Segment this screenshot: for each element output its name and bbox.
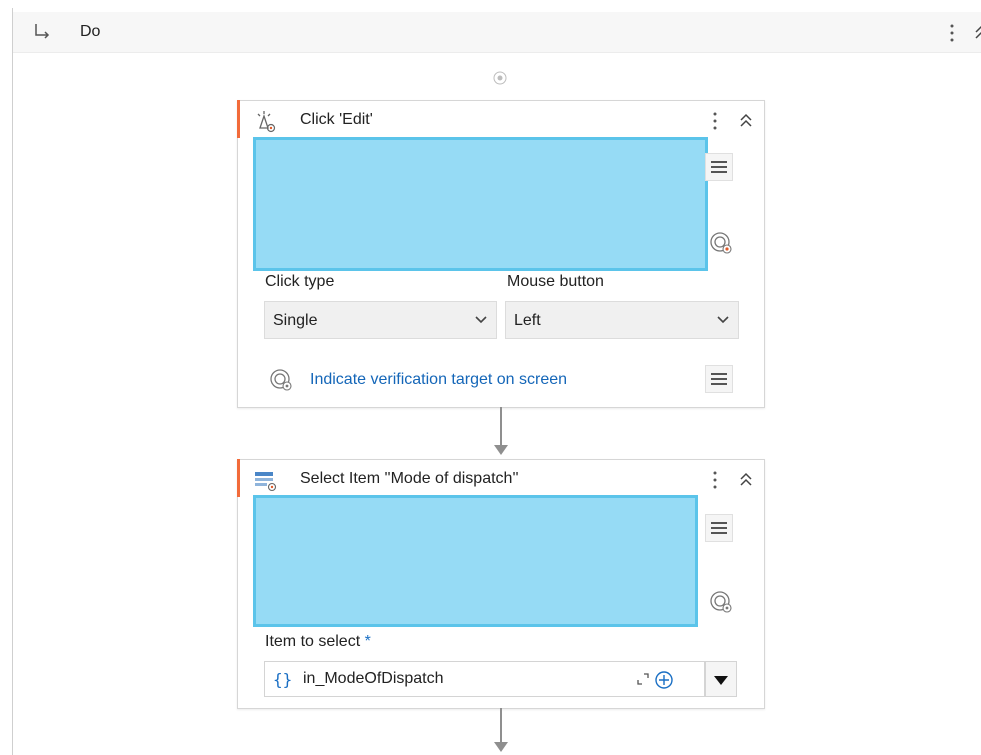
- flow-arrow: [494, 445, 508, 455]
- options-dropdown-button[interactable]: [705, 661, 737, 697]
- activity-title[interactable]: Click 'Edit': [300, 111, 373, 129]
- sequence-header[interactable]: Do: [13, 12, 981, 53]
- mouse-button-label: Mouse button: [507, 273, 604, 290]
- hamburger-menu-icon: [711, 522, 727, 534]
- item-to-select-field[interactable]: {} in_ModeOfDispatch: [264, 661, 705, 697]
- click-activity-card[interactable]: Click 'Edit' Click type Mouse button Sin…: [237, 100, 765, 408]
- select-item-activity-card[interactable]: Select Item ''Mode of dispatch'' Item to…: [237, 459, 765, 709]
- click-type-dropdown[interactable]: Single: [264, 301, 497, 339]
- more-options-icon[interactable]: [710, 468, 720, 492]
- collapse-icon[interactable]: [737, 468, 755, 492]
- verification-menu-button[interactable]: [705, 365, 733, 393]
- click-activity-icon: [257, 111, 276, 133]
- item-to-select-label-text: Item to select: [265, 633, 361, 650]
- collapse-icon[interactable]: [737, 109, 755, 133]
- sequence-title: Do: [80, 23, 101, 40]
- activity-title[interactable]: Select Item ''Mode of dispatch'': [300, 470, 519, 488]
- add-activity-icon[interactable]: [492, 70, 508, 86]
- activity-accent-bar: [237, 100, 240, 138]
- verification-target-icon[interactable]: [268, 367, 294, 393]
- more-options-icon[interactable]: [946, 21, 958, 45]
- hamburger-menu-icon: [711, 161, 727, 173]
- hamburger-menu-icon: [711, 373, 727, 385]
- menu-button[interactable]: [705, 153, 733, 181]
- enter-arrow-icon: [35, 24, 50, 39]
- indicate-target-icon[interactable]: [708, 230, 734, 256]
- expand-editor-icon[interactable]: [636, 672, 650, 686]
- click-type-label: Click type: [265, 273, 335, 290]
- container-left-border: [12, 8, 13, 755]
- flow-connector: [500, 708, 502, 744]
- menu-button[interactable]: [705, 514, 733, 542]
- click-type-value: Single: [273, 312, 318, 329]
- indicate-verification-link[interactable]: Indicate verification target on screen: [310, 371, 567, 389]
- more-options-icon[interactable]: [710, 109, 720, 133]
- activity-accent-bar: [237, 459, 240, 497]
- mouse-button-dropdown[interactable]: Left: [505, 301, 739, 339]
- item-to-select-label: Item to select *: [265, 633, 371, 651]
- item-to-select-value: in_ModeOfDispatch: [303, 670, 444, 687]
- flow-connector: [500, 407, 502, 447]
- caret-down-icon: [714, 676, 728, 685]
- select-item-activity-icon: [255, 472, 277, 492]
- target-screenshot[interactable]: [253, 495, 698, 627]
- expression-braces-icon: {}: [273, 670, 293, 689]
- chevron-down-icon: [717, 316, 729, 324]
- target-screenshot[interactable]: [253, 137, 708, 271]
- required-marker: *: [364, 633, 371, 650]
- indicate-target-icon[interactable]: [708, 589, 734, 615]
- mouse-button-value: Left: [514, 312, 541, 329]
- plus-circle-icon[interactable]: [654, 670, 674, 690]
- flow-arrow: [494, 742, 508, 752]
- collapse-icon[interactable]: [973, 21, 981, 45]
- chevron-down-icon: [475, 316, 487, 324]
